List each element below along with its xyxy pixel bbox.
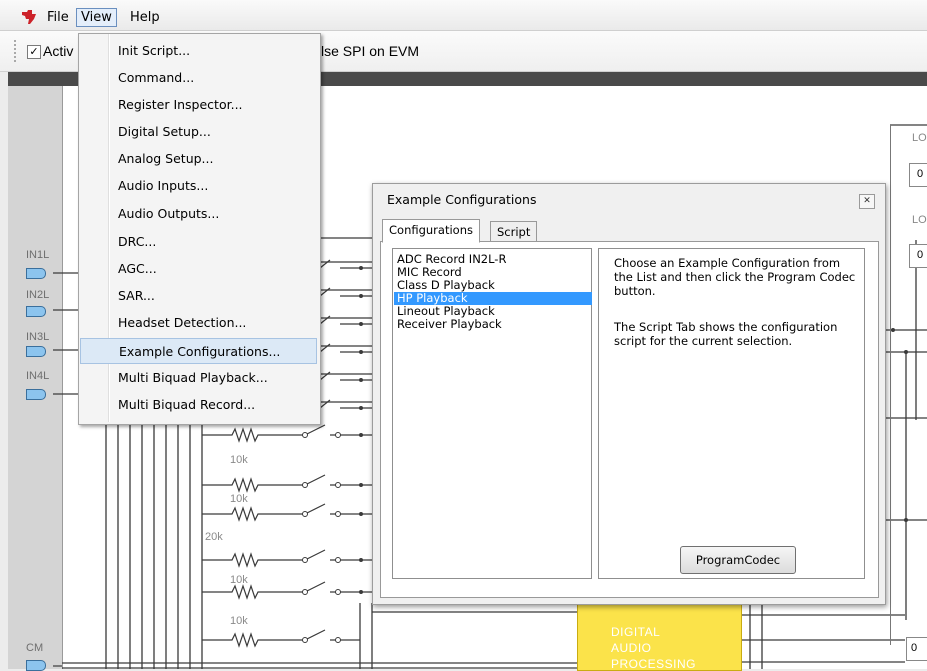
example-configurations-dialog: Example Configurations ✕ Configurations … (372, 183, 886, 605)
menu-item-label: Register Inspector... (118, 97, 243, 112)
tab-configurations[interactable]: Configurations (382, 219, 480, 243)
menu-item-label: Audio Outputs... (118, 206, 220, 221)
pin-in1l[interactable] (26, 268, 46, 279)
dialog-title: Example Configurations (387, 192, 537, 207)
menu-item-label: Audio Inputs... (118, 178, 209, 193)
menu-item-label: Multi Biquad Playback... (118, 370, 268, 385)
menu-item-sar[interactable]: SAR... (81, 283, 316, 308)
menu-item-agc[interactable]: AGC... (81, 256, 316, 281)
menu-item-audio-outputs[interactable]: Audio Outputs... (81, 201, 316, 226)
right-label: LO (912, 132, 927, 144)
pin-label-in2l: IN2L (26, 289, 50, 301)
pin-label-cm: CM (26, 642, 44, 654)
right-field-value: 0 (917, 168, 924, 180)
pin-in3l[interactable] (26, 346, 46, 357)
right-field[interactable]: 0 (909, 163, 927, 187)
dsp-label-line2: AUDIO (611, 641, 652, 655)
description-pane: Choose an Example Configuration from the… (598, 248, 865, 579)
menu-item-drc[interactable]: DRC... (81, 229, 316, 254)
right-field[interactable]: 0 (906, 637, 927, 661)
right-field[interactable]: 0 (909, 244, 927, 268)
menu-item-label: Analog Setup... (118, 151, 214, 166)
description-text: Choose an Example Configuration from the… (614, 256, 856, 298)
menu-item-label: Digital Setup... (118, 124, 211, 139)
menu-item-register-inspector[interactable]: Register Inspector... (81, 92, 316, 117)
pin-label-in3l: IN3L (26, 331, 50, 343)
menu-item-example-configurations[interactable]: Example Configurations... (80, 338, 317, 364)
resistor-label: 10k (230, 574, 248, 586)
dsp-label-line1: DIGITAL (611, 625, 661, 639)
menu-item-label: Multi Biquad Record... (118, 397, 256, 412)
menu-item-label: Command... (118, 70, 195, 85)
menu-item-label: Headset Detection... (118, 315, 247, 330)
menu-item-label: SAR... (118, 288, 155, 303)
close-icon[interactable]: ✕ (859, 194, 875, 209)
program-codec-button[interactable]: ProgramCodec (680, 546, 796, 574)
pin-label-in4l: IN4L (26, 370, 50, 382)
configuration-list[interactable]: ADC Record IN2L-R MIC Record Class D Pla… (392, 248, 592, 579)
menu-item-label: DRC... (118, 234, 157, 249)
menu-item-init-script[interactable]: Init Script... (81, 38, 316, 63)
menu-item-analog-setup[interactable]: Analog Setup... (81, 146, 316, 171)
view-menu-dropdown: Init Script... Command... Register Inspe… (78, 33, 321, 425)
menu-item-digital-setup[interactable]: Digital Setup... (81, 119, 316, 144)
description-text: The Script Tab shows the configuration s… (614, 320, 838, 348)
pin-cm[interactable] (26, 660, 46, 671)
list-item[interactable]: Receiver Playback (394, 318, 592, 331)
pin-label-in1l: IN1L (26, 249, 50, 261)
tab-script[interactable]: Script (490, 221, 538, 243)
pin-in4l[interactable] (26, 389, 46, 400)
right-label: LO (912, 214, 927, 226)
resistor-label: 10k (230, 615, 248, 627)
menu-item-multi-biquad-record[interactable]: Multi Biquad Record... (81, 392, 316, 417)
pin-in2l[interactable] (26, 306, 46, 317)
menu-item-multi-biquad-playback[interactable]: Multi Biquad Playback... (81, 365, 316, 390)
right-block (890, 125, 927, 645)
resistor-label: 10k (230, 493, 248, 505)
menu-item-headset-detection[interactable]: Headset Detection... (81, 310, 316, 335)
menu-item-label: Example Configurations... (119, 344, 281, 359)
resistor-label: 20k (205, 531, 223, 543)
right-field-value: 0 (917, 249, 924, 261)
menu-item-audio-inputs[interactable]: Audio Inputs... (81, 173, 316, 198)
menu-item-label: AGC... (118, 261, 157, 276)
resistor-label: 10k (230, 454, 248, 466)
menu-item-label: Init Script... (118, 43, 191, 58)
menu-item-command[interactable]: Command... (81, 65, 316, 90)
right-field-value: 0 (911, 642, 918, 654)
